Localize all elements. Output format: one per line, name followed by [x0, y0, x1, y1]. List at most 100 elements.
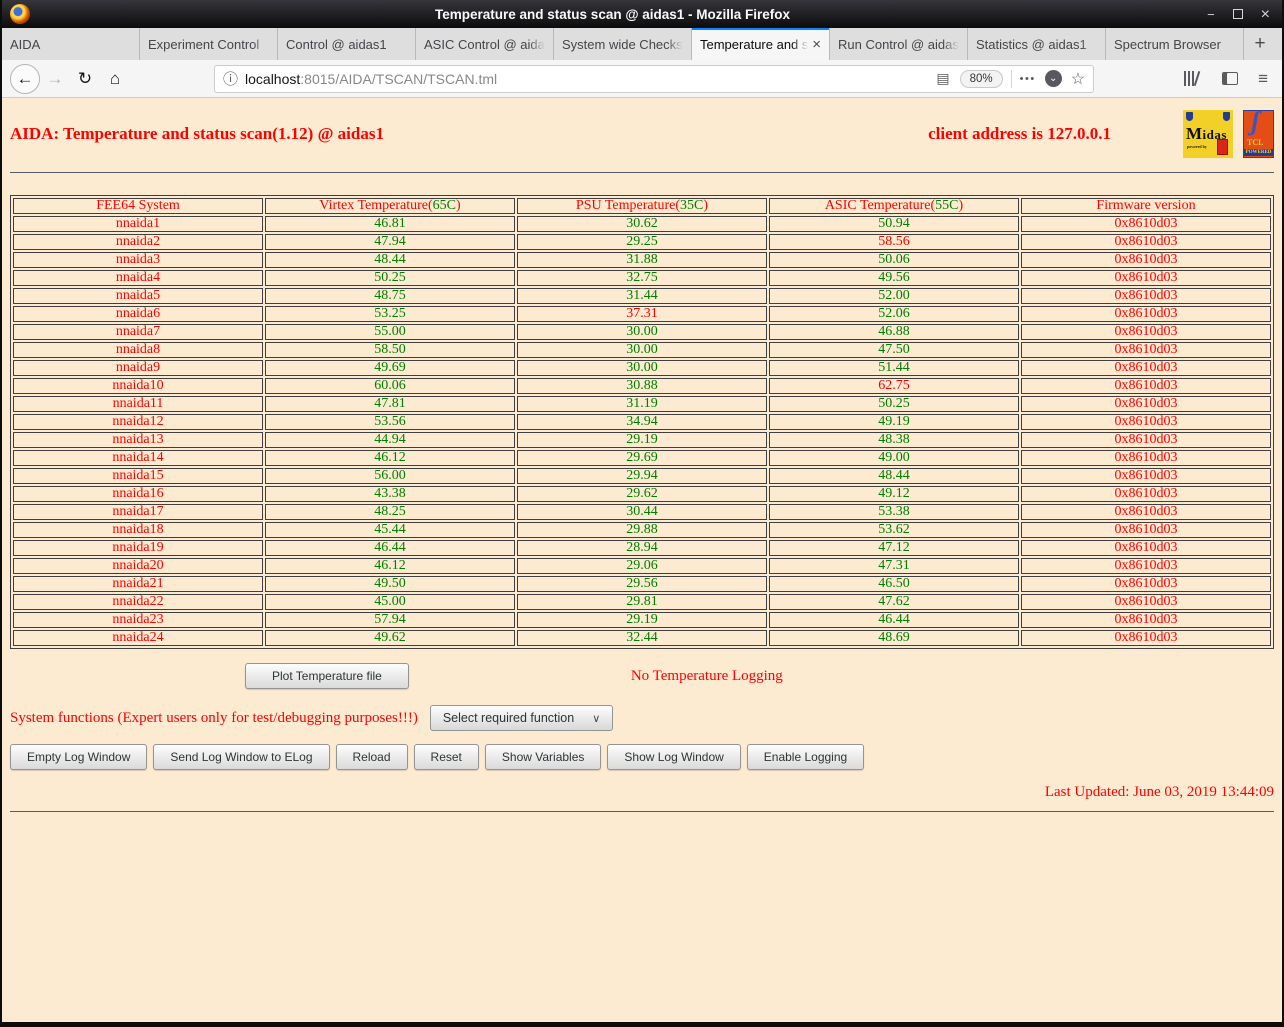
tab-aida[interactable]: AIDA: [2, 28, 140, 60]
asic-cell: 49.12: [769, 486, 1019, 502]
virtex-cell: 53.56: [265, 414, 515, 430]
back-button[interactable]: ←: [10, 64, 40, 94]
action-buttons-row: Empty Log WindowSend Log Window to ELog R…: [10, 744, 1274, 770]
tab-run-control-aidas1[interactable]: Run Control @ aidas1: [830, 28, 968, 60]
tab-statistics-aidas1[interactable]: Statistics @ aidas1: [968, 28, 1106, 60]
virtex-cell: 44.94: [265, 432, 515, 448]
reload-icon[interactable]: ↻: [70, 64, 100, 94]
asic-cell: 47.62: [769, 594, 1019, 610]
firmware-cell: 0x8610d03: [1021, 576, 1271, 592]
last-updated-text: Last Updated: June 03, 2019 13:44:09: [10, 784, 1274, 801]
tab-label: Statistics @ aidas1: [976, 37, 1097, 52]
midas-logo[interactable]: Midas powered by: [1183, 110, 1233, 158]
divider: [10, 811, 1274, 812]
psu-cell: 32.75: [517, 270, 767, 286]
plot-row: Plot Temperature file No Temperature Log…: [10, 663, 1274, 689]
virtex-cell: 45.00: [265, 594, 515, 610]
virtex-cell: 56.00: [265, 468, 515, 484]
show-log-window-button[interactable]: Show Log Window: [607, 744, 740, 770]
asic-cell: 49.56: [769, 270, 1019, 286]
window-title: Temperature and status scan @ aidas1 - M…: [30, 7, 1195, 22]
reset-button[interactable]: Reset: [414, 744, 479, 770]
empty-log-window-button[interactable]: Empty Log Window: [10, 744, 147, 770]
virtex-cell: 48.44: [265, 252, 515, 268]
system-cell: nnaida21: [13, 576, 263, 592]
psu-cell: 32.44: [517, 630, 767, 646]
psu-cell: 30.00: [517, 360, 767, 376]
tab-control-aidas1[interactable]: Control @ aidas1: [278, 28, 416, 60]
table-row: nnaida1643.3829.6249.120x8610d03: [13, 486, 1271, 502]
system-functions-row: System functions (Expert users only for …: [10, 705, 1274, 731]
firmware-cell: 0x8610d03: [1021, 612, 1271, 628]
table-row: nnaida2046.1229.0647.310x8610d03: [13, 558, 1271, 574]
table-header-row: FEE64 SystemVirtex Temperature(65C)PSU T…: [13, 198, 1271, 214]
system-cell: nnaida1: [13, 216, 263, 232]
firmware-cell: 0x8610d03: [1021, 540, 1271, 556]
tab-temperature-and-status-scan[interactable]: Temperature and status scan×: [692, 28, 830, 60]
function-select[interactable]: Select required function ∨: [430, 705, 613, 731]
shield-icon: [1186, 112, 1193, 121]
asic-cell: 62.75: [769, 378, 1019, 394]
url-host: localhost: [245, 71, 300, 87]
column-header-asic-temperature: ASIC Temperature(55C): [769, 198, 1019, 214]
sidebar-icon[interactable]: [1222, 72, 1238, 85]
minimize-button[interactable]: −: [1207, 8, 1215, 21]
new-tab-button[interactable]: +: [1244, 28, 1276, 60]
firmware-cell: 0x8610d03: [1021, 504, 1271, 520]
system-cell: nnaida11: [13, 396, 263, 412]
logging-status-text: No Temperature Logging: [631, 668, 783, 685]
zoom-level-badge[interactable]: 80%: [960, 70, 1003, 88]
pocket-icon[interactable]: ⌄: [1045, 70, 1062, 87]
psu-cell: 29.06: [517, 558, 767, 574]
tab-spectrum-browser[interactable]: Spectrum Browser: [1106, 28, 1244, 60]
system-cell: nnaida4: [13, 270, 263, 286]
site-info-icon[interactable]: ⓘ: [223, 68, 238, 89]
tab-label: ASIC Control @ aidas1: [424, 37, 545, 52]
column-header-psu-temperature: PSU Temperature(35C): [517, 198, 767, 214]
send-log-window-to-elog-button[interactable]: Send Log Window to ELog: [153, 744, 329, 770]
system-cell: nnaida18: [13, 522, 263, 538]
psu-cell: 29.19: [517, 612, 767, 628]
psu-cell: 28.94: [517, 540, 767, 556]
tab-system-wide-checks[interactable]: System wide Checks: [554, 28, 692, 60]
plot-temperature-button[interactable]: Plot Temperature file: [245, 663, 409, 689]
table-row: nnaida2149.5029.5646.500x8610d03: [13, 576, 1271, 592]
psu-cell: 29.94: [517, 468, 767, 484]
enable-logging-button[interactable]: Enable Logging: [747, 744, 864, 770]
asic-cell: 51.44: [769, 360, 1019, 376]
system-cell: nnaida22: [13, 594, 263, 610]
virtex-cell: 43.38: [265, 486, 515, 502]
menu-icon[interactable]: ≡: [1258, 69, 1268, 89]
table-row: nnaida450.2532.7549.560x8610d03: [13, 270, 1271, 286]
tab-asic-control-aidas1[interactable]: ASIC Control @ aidas1: [416, 28, 554, 60]
system-cell: nnaida13: [13, 432, 263, 448]
tab-experiment-control[interactable]: Experiment Control: [140, 28, 278, 60]
tab-close-icon[interactable]: ×: [812, 37, 821, 52]
reload-button[interactable]: Reload: [336, 744, 408, 770]
table-row: nnaida2449.6232.4448.690x8610d03: [13, 630, 1271, 646]
page-header: AIDA: Temperature and status scan(1.12) …: [10, 106, 1274, 162]
tcl-mini-badge: [1217, 139, 1228, 155]
close-button[interactable]: ×: [1261, 8, 1270, 21]
library-icon[interactable]: [1184, 71, 1198, 86]
window-controls: − ×: [1195, 8, 1282, 21]
url-bar[interactable]: ⓘ localhost :8015/AIDA/TSCAN/TSCAN.tml ▤…: [214, 65, 1094, 93]
psu-cell: 29.19: [517, 432, 767, 448]
system-cell: nnaida17: [13, 504, 263, 520]
column-header-fee64-system: FEE64 System: [13, 198, 263, 214]
home-icon[interactable]: ⌂: [100, 64, 130, 94]
firmware-cell: 0x8610d03: [1021, 630, 1271, 646]
virtex-cell: 49.62: [265, 630, 515, 646]
navigation-toolbar: ← → ↻ ⌂ ⓘ localhost :8015/AIDA/TSCAN/TSC…: [2, 60, 1282, 98]
bookmark-star-icon[interactable]: ☆: [1071, 69, 1085, 89]
page-actions-icon[interactable]: •••: [1020, 73, 1036, 85]
show-variables-button[interactable]: Show Variables: [485, 744, 602, 770]
table-row: nnaida1060.0630.8862.750x8610d03: [13, 378, 1271, 394]
forward-button[interactable]: →: [40, 64, 70, 94]
firmware-cell: 0x8610d03: [1021, 270, 1271, 286]
maximize-button[interactable]: [1233, 9, 1243, 19]
reader-mode-icon[interactable]: ▤: [936, 70, 949, 87]
tcl-logo[interactable]: ʃ TCL POWERED: [1243, 110, 1274, 158]
tab-label: System wide Checks: [562, 37, 683, 52]
firmware-cell: 0x8610d03: [1021, 522, 1271, 538]
